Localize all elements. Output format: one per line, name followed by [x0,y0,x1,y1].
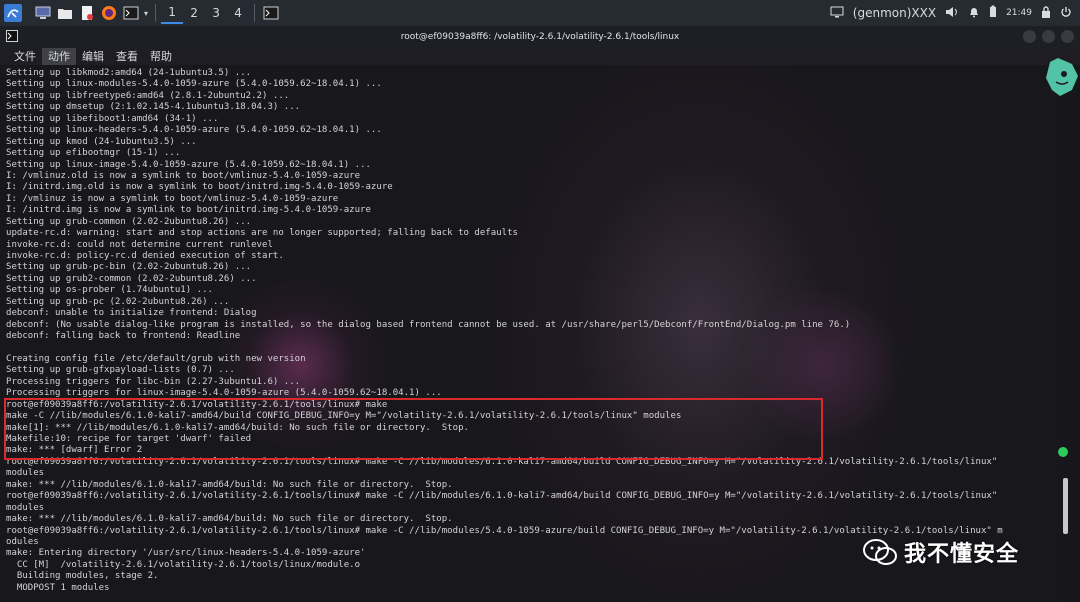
volume-icon[interactable] [945,6,959,21]
terminal-dropdown-icon[interactable]: ▾ [144,9,148,18]
terminal-line: Setting up linux-modules-5.4.0-1059-azur… [6,79,382,90]
terminal-line: Creating config file /etc/default/grub w… [6,353,306,364]
terminal-line: Setting up linux-image-5.4.0-1059-azure … [6,159,371,170]
menu-help[interactable]: 帮助 [144,48,178,65]
terminal-line: Setting up grub-gfxpayload-lists (0.7) .… [6,365,235,376]
terminal-line: Setting up kmod (24-1ubuntu3.5) ... [6,136,197,147]
window-close-button[interactable] [1061,30,1074,43]
terminal-line: Setting up libfreetype6:amd64 (2.8.1-2ub… [6,90,290,101]
terminal-line: modules [6,468,45,479]
wechat-watermark: 我不懂安全 [862,536,1019,568]
terminal-line: Setting up grub2-common (2.02-2ubuntu8.2… [6,273,257,284]
terminal-line: Setting up grub-pc (2.02-2ubuntu8.26) ..… [6,296,230,307]
terminal-line: debconf: falling back to frontend: Readl… [6,331,241,342]
status-dot [1058,447,1068,457]
workspace-2[interactable]: 2 [183,2,205,24]
terminal-line: Processing triggers for libc-bin (2.27-3… [6,376,301,387]
monitor-icon[interactable] [830,6,844,21]
terminal-line: Setting up grub-common (2.02-2ubuntu8.26… [6,216,252,227]
terminal-line: update-rc.d: warning: start and stop act… [6,228,518,239]
window-maximize-button[interactable] [1042,30,1055,43]
menu-action[interactable]: 动作 [42,48,76,65]
terminal-line: Building modules, stage 2. [6,571,159,582]
window-terminal-icon [6,30,18,42]
menu-edit[interactable]: 编辑 [76,48,110,65]
desktop-icon[interactable] [34,4,52,22]
terminal-output[interactable]: Setting up libkmod2:amd64 (24-1ubuntu3.5… [0,65,1060,602]
terminal-line: invoke-rc.d: policy-rc.d denied executio… [6,251,284,261]
terminal-icon[interactable] [122,4,140,22]
battery-icon[interactable] [989,5,997,21]
window-titlebar[interactable]: root@ef09039a8ff6: /volatility-2.6.1/vol… [0,26,1080,48]
window-title: root@ef09039a8ff6: /volatility-2.6.1/vol… [400,32,680,42]
terminal-line: invoke-rc.d: could not determine current… [6,239,273,250]
terminal-line: I: /vmlinuz.old is now a symlink to boot… [6,170,361,181]
mascot-icon [1042,56,1080,106]
text-editor-icon[interactable] [78,4,96,22]
terminal-line: I: /initrd.img.old is now a symlink to b… [6,182,393,193]
terminal-line: debconf: unable to initialize frontend: … [6,308,257,319]
terminal-lines: Setting up libkmod2:amd64 (24-1ubuntu3.5… [0,65,1060,594]
scrollbar-thumb[interactable] [1063,478,1068,534]
terminal-line: debconf: (No usable dialog-like program … [6,319,851,330]
files-icon[interactable] [56,4,74,22]
terminal-line: root@ef09039a8ff6:/volatility-2.6.1/vola… [6,491,998,502]
menubar: 文件 动作 编辑 查看 帮助 [0,48,1080,65]
kali-menu-icon[interactable] [4,4,22,22]
terminal-line: Setting up dmsetup (2:1.02.145-4.1ubuntu… [6,102,301,113]
taskbar-separator [254,4,256,22]
taskbar: ▾ 1 2 3 4 (genmon)XXX 21:49 [0,0,1080,26]
clock[interactable]: 21:49 [1006,8,1032,18]
watermark-text: 我不懂安全 [904,542,1020,567]
terminal-line: Setting up efibootmgr (15-1) ... [6,148,181,159]
terminal-line: Setting up grub-pc-bin (2.02-2ubuntu8.26… [6,262,252,273]
terminal-task-icon[interactable] [262,4,280,22]
terminal-line: Setting up libefiboot1:amd64 (34-1) ... [6,113,219,124]
notification-bell-icon[interactable] [968,6,980,21]
workspace-3[interactable]: 3 [205,2,227,24]
menu-file[interactable]: 文件 [8,48,42,65]
terminal-line: Setting up linux-headers-5.4.0-1059-azur… [6,125,382,136]
terminal-line: modules [6,502,45,513]
firefox-icon[interactable] [100,4,118,22]
terminal-line: Setting up libkmod2:amd64 (24-1ubuntu3.5… [6,68,252,78]
user-label: (genmon)XXX [852,6,937,20]
terminal-line: Setting up os-prober (1.74ubuntu1) ... [6,285,213,296]
terminal-line: MODPOST 1 modules [6,582,110,593]
terminal-line: make: *** //lib/modules/6.1.0-kali7-amd6… [6,514,453,525]
window-minimize-button[interactable] [1023,30,1036,43]
menu-view[interactable]: 查看 [110,48,144,65]
terminal-line: make: *** //lib/modules/6.1.0-kali7-amd6… [6,479,453,490]
lock-icon[interactable] [1041,5,1051,21]
terminal-line: I: /initrd.img is now a symlink to boot/… [6,205,371,216]
error-highlight-box [4,398,823,460]
workspace-1[interactable]: 1 [161,2,184,24]
terminal-line: I: /vmlinuz is now a symlink to boot/vml… [6,193,339,204]
power-icon[interactable] [1060,6,1072,21]
workspace-4[interactable]: 4 [227,2,249,24]
taskbar-separator [155,4,157,22]
wechat-icon [863,539,897,565]
